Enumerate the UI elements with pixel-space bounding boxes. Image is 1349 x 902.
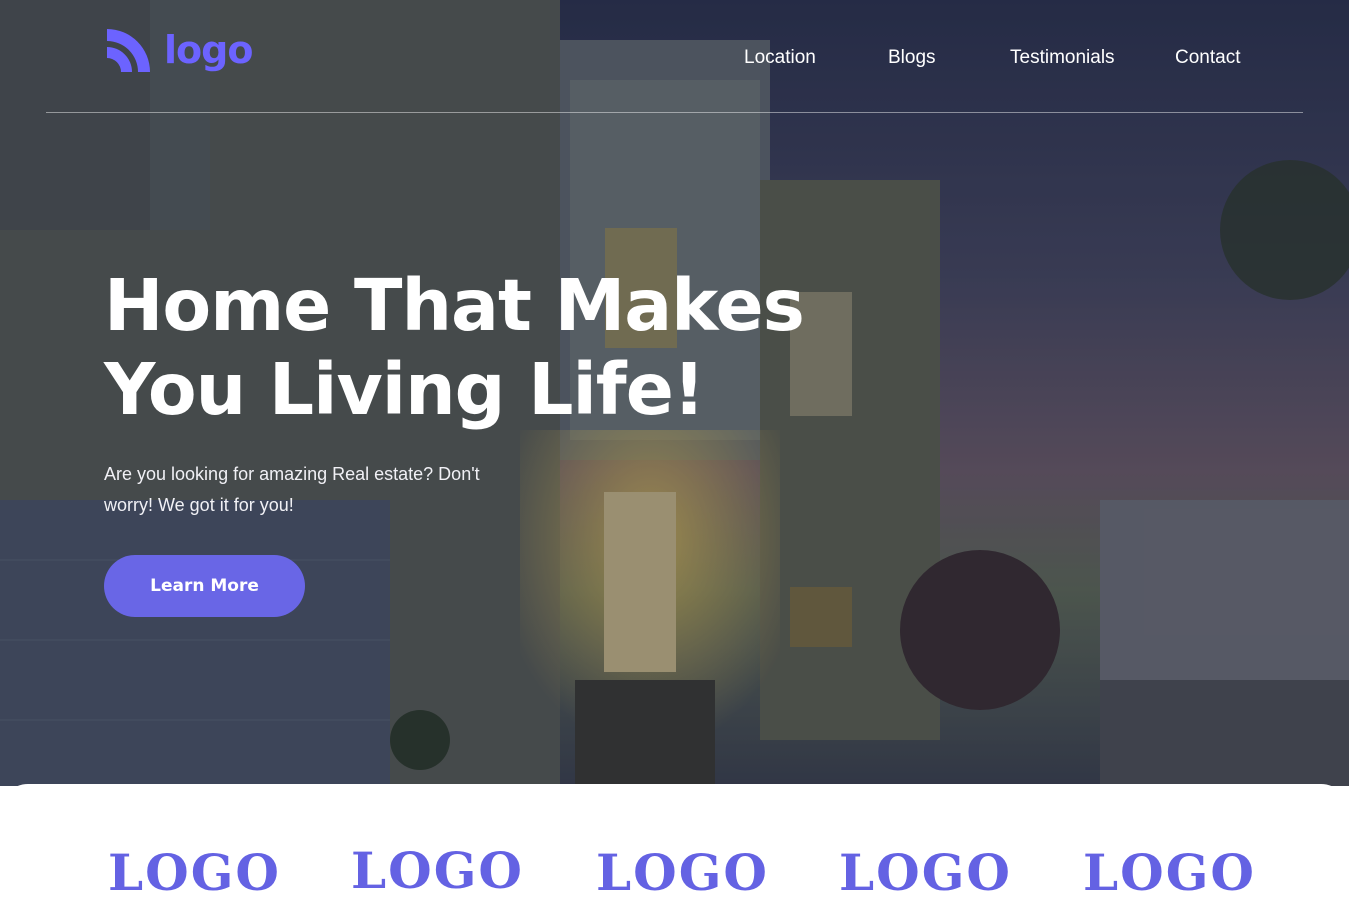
nav-link-contact[interactable]: Contact — [1175, 47, 1240, 69]
hero-headline-line-2: You Living Life! — [104, 348, 705, 431]
nav-link-blogs[interactable]: Blogs — [888, 47, 936, 69]
hero-headline-line-1: Home That Makes — [104, 264, 805, 347]
hero-section: logo Location Blogs Testimonials Contact… — [0, 0, 1349, 786]
main-nav: Location Blogs Testimonials Contact — [0, 47, 1349, 71]
learn-more-button[interactable]: Learn More — [104, 555, 305, 617]
partner-logo-2: LOGO — [351, 841, 524, 900]
hero-subtext: Are you looking for amazing Real estate?… — [104, 464, 480, 515]
partner-logo-5: LOGO — [1083, 843, 1256, 902]
partner-logo-3: LOGO — [596, 843, 769, 902]
hero-headline: Home That Makes You Living Life! — [104, 264, 805, 432]
header-divider — [46, 112, 1303, 113]
partner-logo-4: LOGO — [839, 843, 1012, 902]
partner-logo-1: LOGO — [108, 843, 281, 902]
nav-link-testimonials[interactable]: Testimonials — [1010, 47, 1115, 69]
partner-logos-strip: LOGO LOGO LOGO LOGO LOGO — [0, 784, 1349, 899]
nav-link-location[interactable]: Location — [744, 47, 816, 69]
